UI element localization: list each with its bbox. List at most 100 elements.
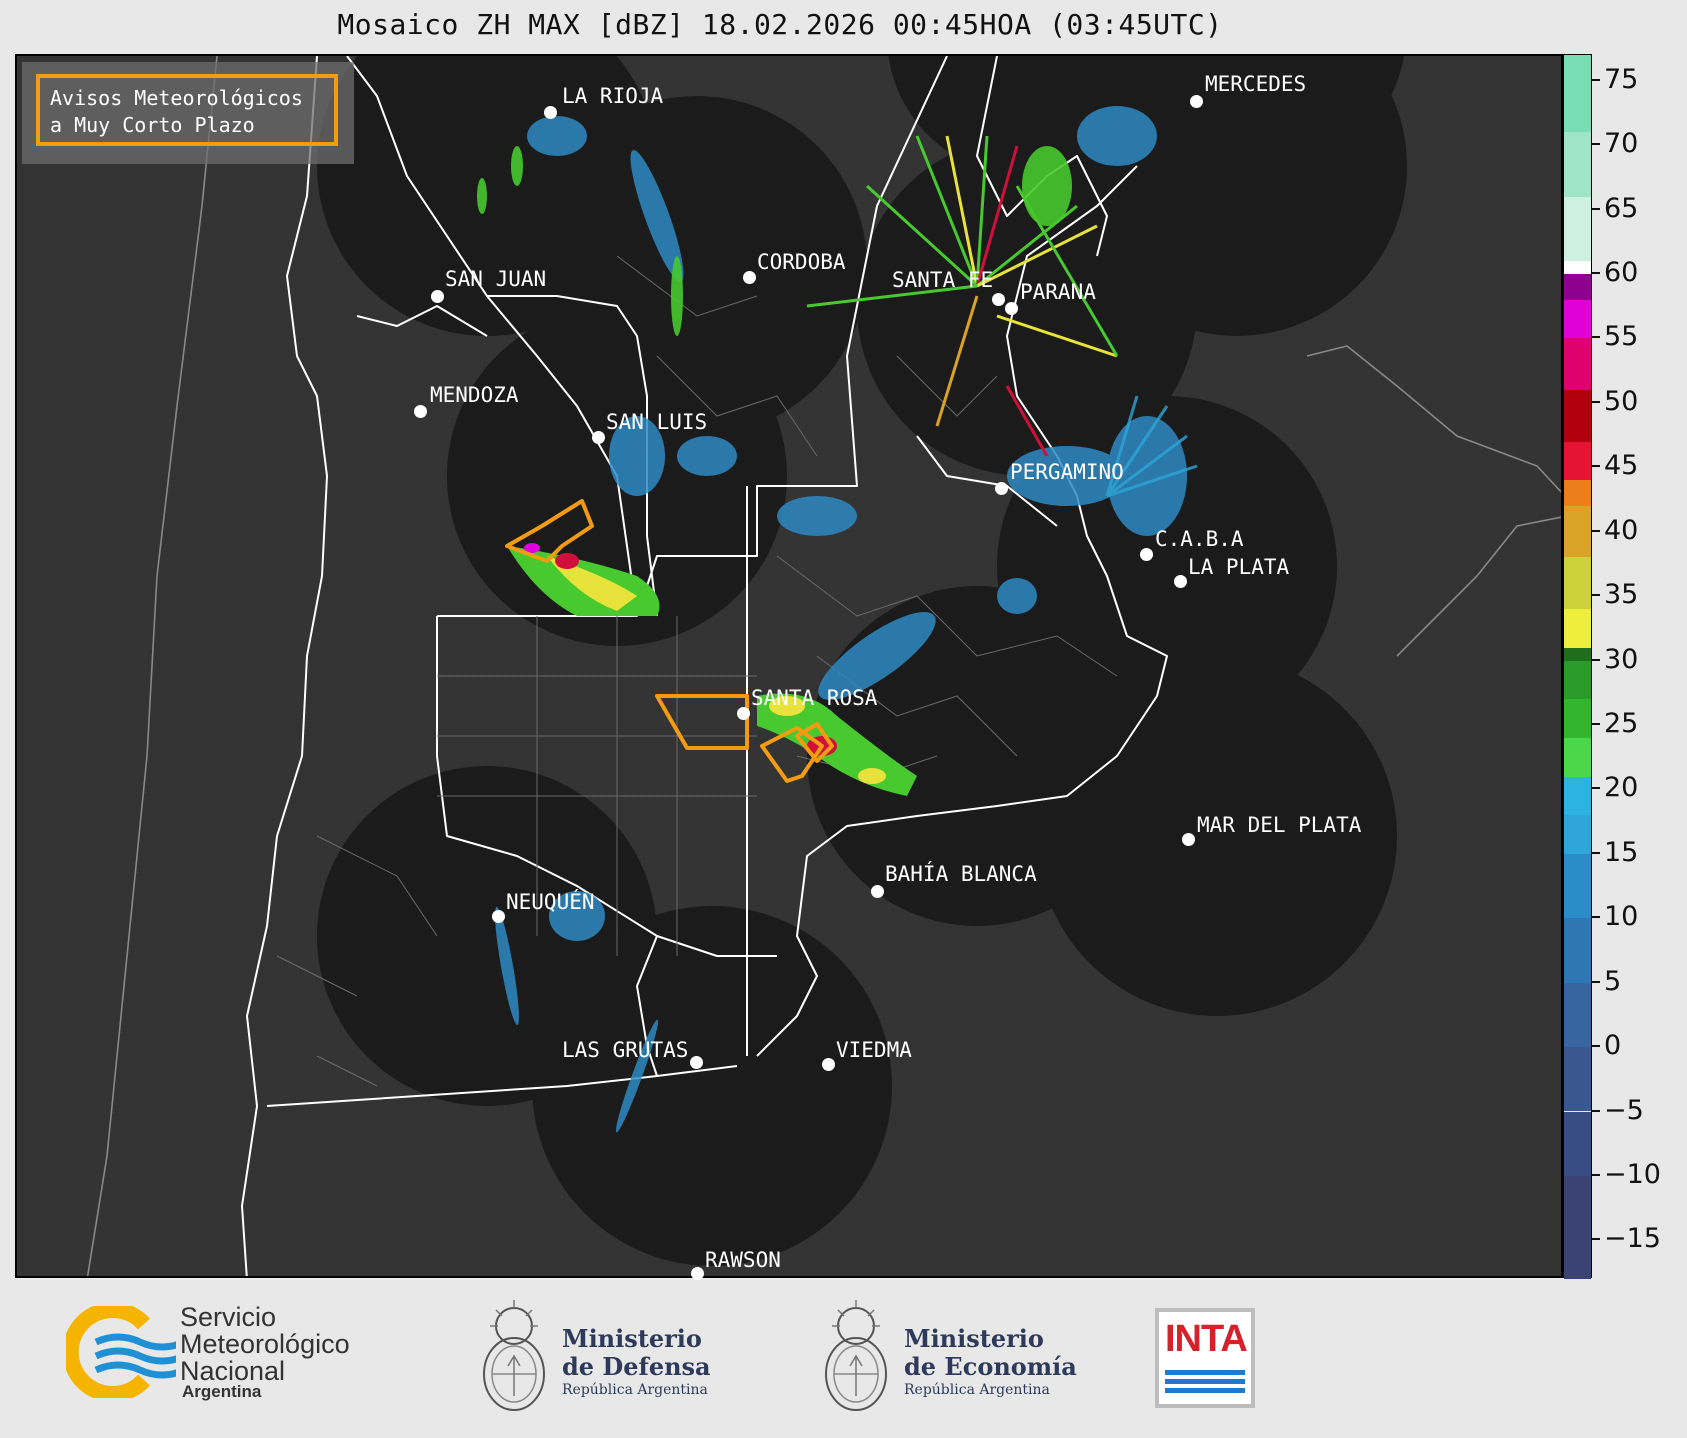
colorbar-band bbox=[1564, 1175, 1591, 1279]
colorbar-tick-label: 45 bbox=[1604, 450, 1639, 482]
city-marker[interactable] bbox=[592, 431, 605, 444]
colorbar-band bbox=[1564, 132, 1591, 197]
city-marker[interactable] bbox=[1140, 548, 1153, 561]
city-marker[interactable] bbox=[1190, 95, 1203, 108]
legend-line-1: Avisos Meteorológicos bbox=[50, 86, 303, 110]
map-canvas bbox=[17, 56, 1561, 1276]
city-label: RAWSON bbox=[705, 1248, 781, 1272]
city-marker[interactable] bbox=[871, 885, 884, 898]
colorbar-tick-label: 30 bbox=[1604, 643, 1639, 675]
colorbar-tick-label: 75 bbox=[1604, 63, 1639, 95]
colorbar-tick-label: 50 bbox=[1604, 385, 1639, 417]
colorbar-band bbox=[1564, 776, 1591, 816]
colorbar-tick bbox=[1592, 272, 1600, 275]
city-marker[interactable] bbox=[1005, 302, 1018, 315]
colorbar-tick-label: 0 bbox=[1604, 1030, 1622, 1062]
defensa-line-3: República Argentina bbox=[562, 1382, 708, 1398]
colorbar-tick-label: 25 bbox=[1604, 707, 1639, 739]
city-marker[interactable] bbox=[992, 293, 1005, 306]
colorbar-tick bbox=[1592, 916, 1600, 919]
colorbar-band bbox=[1564, 55, 1591, 133]
colorbar-tick bbox=[1592, 1173, 1600, 1176]
inta-logo-text: INTA bbox=[1165, 1318, 1248, 1360]
city-label: VIEDMA bbox=[836, 1038, 912, 1062]
radar-map[interactable]: Avisos Meteorológicos a Muy Corto Plazo bbox=[15, 54, 1563, 1278]
legend-line-2: a Muy Corto Plazo bbox=[50, 113, 255, 137]
city-marker[interactable] bbox=[690, 1056, 703, 1069]
city-marker[interactable] bbox=[1182, 833, 1195, 846]
colorbar-tick bbox=[1592, 658, 1600, 661]
coat-of-arms-icon bbox=[483, 1300, 545, 1411]
city-marker[interactable] bbox=[544, 106, 557, 119]
colorbar-band bbox=[1564, 557, 1591, 609]
smn-logo-icon bbox=[66, 1306, 176, 1398]
economia-line-1: Ministerio bbox=[904, 1324, 1044, 1353]
colorbar-tick-label: 65 bbox=[1604, 192, 1639, 224]
city-label: LA PLATA bbox=[1188, 555, 1290, 579]
colorbar-band bbox=[1564, 389, 1591, 442]
economia-line-2: de Economía bbox=[904, 1352, 1077, 1381]
city-marker[interactable] bbox=[1174, 575, 1187, 588]
colorbar-tick-label: −5 bbox=[1604, 1094, 1644, 1126]
city-marker[interactable] bbox=[743, 271, 756, 284]
city-marker[interactable] bbox=[737, 707, 750, 720]
city-label: SANTA FE bbox=[892, 268, 994, 292]
colorbar-tick bbox=[1592, 207, 1600, 210]
colorbar-band bbox=[1564, 261, 1591, 275]
colorbar-band bbox=[1564, 1111, 1591, 1176]
city-label: LA RIOJA bbox=[562, 84, 664, 108]
colorbar-tick-label: 60 bbox=[1604, 257, 1639, 289]
city-marker[interactable] bbox=[492, 910, 505, 923]
warnings-legend: Avisos Meteorológicos a Muy Corto Plazo bbox=[22, 62, 354, 164]
colorbar-tick-label: 40 bbox=[1604, 514, 1639, 546]
colorbar-tick bbox=[1592, 851, 1600, 854]
city-marker[interactable] bbox=[822, 1058, 835, 1071]
city-label: MAR DEL PLATA bbox=[1197, 813, 1362, 837]
colorbar-tick bbox=[1592, 1238, 1600, 1241]
economia-line-3: República Argentina bbox=[904, 1382, 1050, 1398]
colorbar-band bbox=[1564, 274, 1591, 300]
colorbar-tick bbox=[1592, 78, 1600, 81]
colorbar-band bbox=[1564, 647, 1591, 661]
colorbar-tick bbox=[1592, 336, 1600, 339]
colorbar-tick-label: 35 bbox=[1604, 579, 1639, 611]
colorbar-tick-label: 10 bbox=[1604, 901, 1639, 933]
colorbar-band bbox=[1564, 1047, 1591, 1112]
inta-logo: INTA bbox=[1155, 1308, 1255, 1408]
city-marker[interactable] bbox=[414, 405, 427, 418]
city-label: SAN JUAN bbox=[445, 267, 547, 291]
colorbar-band bbox=[1564, 853, 1591, 919]
defensa-line-2: de Defensa bbox=[562, 1352, 711, 1381]
colorbar-tick-label: −10 bbox=[1604, 1158, 1661, 1190]
city-marker[interactable] bbox=[995, 482, 1008, 495]
city-label: PARANA bbox=[1020, 280, 1096, 304]
smn-name-line-4: Argentina bbox=[182, 1382, 262, 1401]
colorbar-band bbox=[1564, 815, 1591, 854]
colorbar-tick-label: 55 bbox=[1604, 321, 1639, 353]
colorbar-band bbox=[1564, 299, 1591, 339]
colorbar-band bbox=[1564, 660, 1591, 700]
colorbar-tick bbox=[1592, 980, 1600, 983]
colorbar-band bbox=[1564, 196, 1591, 262]
colorbar-tick bbox=[1592, 722, 1600, 725]
city-label: CORDOBA bbox=[757, 250, 846, 274]
city-label: PERGAMINO bbox=[1010, 460, 1124, 484]
colorbar-tick bbox=[1592, 787, 1600, 790]
colorbar-band bbox=[1564, 699, 1591, 738]
map-title: Mosaico ZH MAX [dBZ] 18.02.2026 00:45HOA… bbox=[337, 8, 1223, 41]
city-label: C.A.B.A bbox=[1155, 527, 1244, 551]
dbz-colorbar bbox=[1563, 54, 1592, 1279]
colorbar-tick bbox=[1592, 143, 1600, 146]
colorbar-tick-label: 70 bbox=[1604, 128, 1639, 160]
warnings-legend-box: Avisos Meteorológicos a Muy Corto Plazo bbox=[36, 74, 338, 146]
colorbar-band bbox=[1564, 737, 1591, 777]
colorbar-band bbox=[1564, 982, 1591, 1048]
city-label: SANTA ROSA bbox=[751, 686, 878, 710]
colorbar-band bbox=[1564, 480, 1591, 506]
city-marker[interactable] bbox=[431, 290, 444, 303]
colorbar-tick-label: 15 bbox=[1604, 836, 1639, 868]
colorbar-band bbox=[1564, 609, 1591, 648]
colorbar-tick bbox=[1592, 529, 1600, 532]
colorbar-tick bbox=[1592, 1109, 1600, 1112]
colorbar-band bbox=[1564, 918, 1591, 983]
